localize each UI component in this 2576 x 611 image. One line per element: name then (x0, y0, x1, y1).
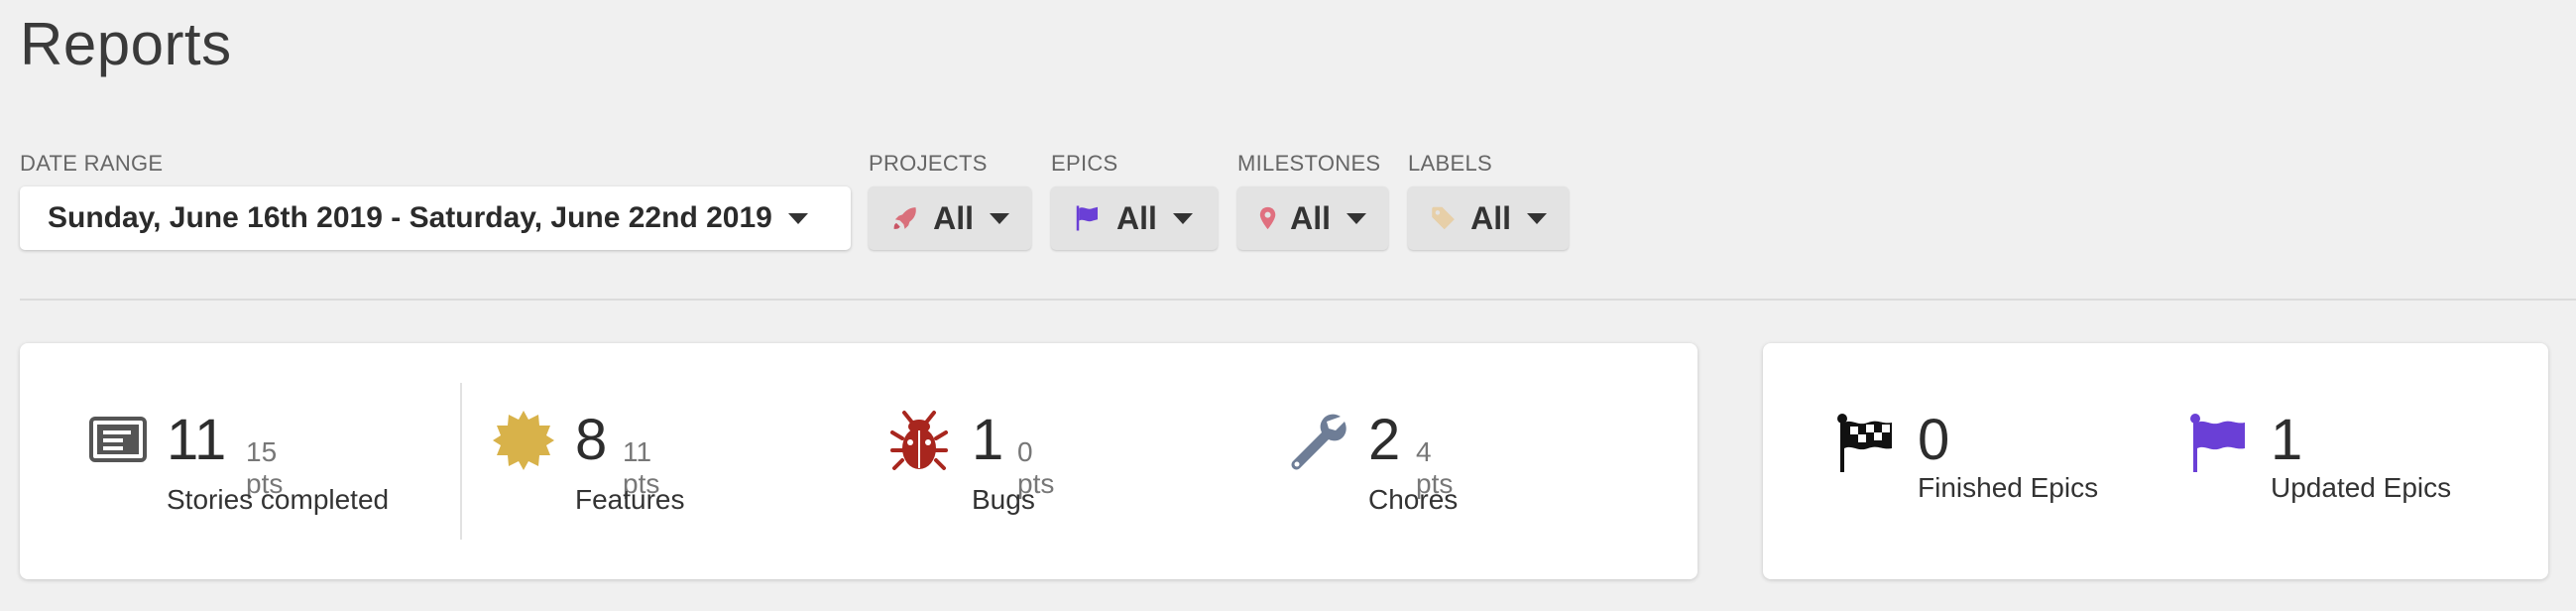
features-label: Features (575, 484, 685, 515)
milestones-filter: MILESTONES All (1237, 151, 1388, 250)
map-pin-icon (1259, 206, 1276, 230)
milestones-value: All (1290, 199, 1331, 236)
epics-stats-card: 0 Finished Epics 1 Updated Epics (1763, 343, 2548, 579)
checkered-flag-icon (1837, 414, 1892, 472)
bug-icon (890, 411, 948, 470)
wrench-icon (1291, 414, 1347, 470)
updated-epics-count: 1 (2271, 408, 2303, 472)
features-count: 8 (575, 408, 608, 472)
feature-badge-icon (493, 411, 554, 470)
flag-icon (1076, 205, 1098, 231)
date-range-value: Sunday, June 16th 2019 - Saturday, June … (48, 201, 772, 234)
stories-label: Stories completed (167, 484, 390, 515)
milestones-label: MILESTONES (1237, 151, 1381, 176)
projects-dropdown[interactable]: All (869, 186, 1031, 250)
labels-filter: LABELS All (1408, 151, 1569, 250)
date-range-label: DATE RANGE (20, 151, 164, 176)
milestones-dropdown[interactable]: All (1237, 186, 1388, 250)
section-divider (20, 299, 2576, 301)
projects-label: PROJECTS (869, 151, 988, 176)
chores-label: Chores (1368, 484, 1459, 515)
chevron-down-icon (1172, 212, 1193, 224)
chevron-down-icon (787, 212, 808, 224)
epics-filter: EPICS All (1051, 151, 1218, 250)
labels-label: LABELS (1408, 151, 1492, 176)
labels-dropdown[interactable]: All (1408, 186, 1569, 250)
chevron-down-icon (1347, 212, 1366, 224)
epics-label: EPICS (1051, 151, 1118, 176)
chores-count: 2 (1368, 408, 1401, 472)
date-range-dropdown[interactable]: Sunday, June 16th 2019 - Saturday, June … (20, 186, 851, 250)
page-title: Reports (20, 11, 232, 77)
updated-epics-label: Updated Epics (2271, 472, 2452, 503)
stories-count: 11 (167, 408, 227, 472)
story-card-icon (89, 417, 147, 462)
bugs-count: 1 (972, 408, 1004, 472)
labels-value: All (1470, 199, 1511, 236)
finished-epics-label: Finished Epics (1918, 472, 2099, 503)
story-stats-card: 11 15 pts Stories completed 8 11 pts Fea… (20, 343, 1698, 579)
rocket-icon (893, 207, 916, 229)
tag-icon (1432, 206, 1455, 230)
projects-filter: PROJECTS All (869, 151, 1031, 250)
purple-flag-icon (2190, 414, 2245, 472)
epics-value: All (1116, 199, 1157, 236)
date-range-filter: DATE RANGE Sunday, June 16th 2019 - Satu… (20, 151, 851, 250)
projects-value: All (933, 199, 974, 236)
finished-epics-count: 0 (1918, 408, 1950, 472)
stats-divider (460, 383, 462, 540)
chevron-down-icon (1527, 212, 1547, 224)
epics-dropdown[interactable]: All (1051, 186, 1218, 250)
chevron-down-icon (990, 212, 1009, 224)
bugs-label: Bugs (972, 484, 1035, 515)
